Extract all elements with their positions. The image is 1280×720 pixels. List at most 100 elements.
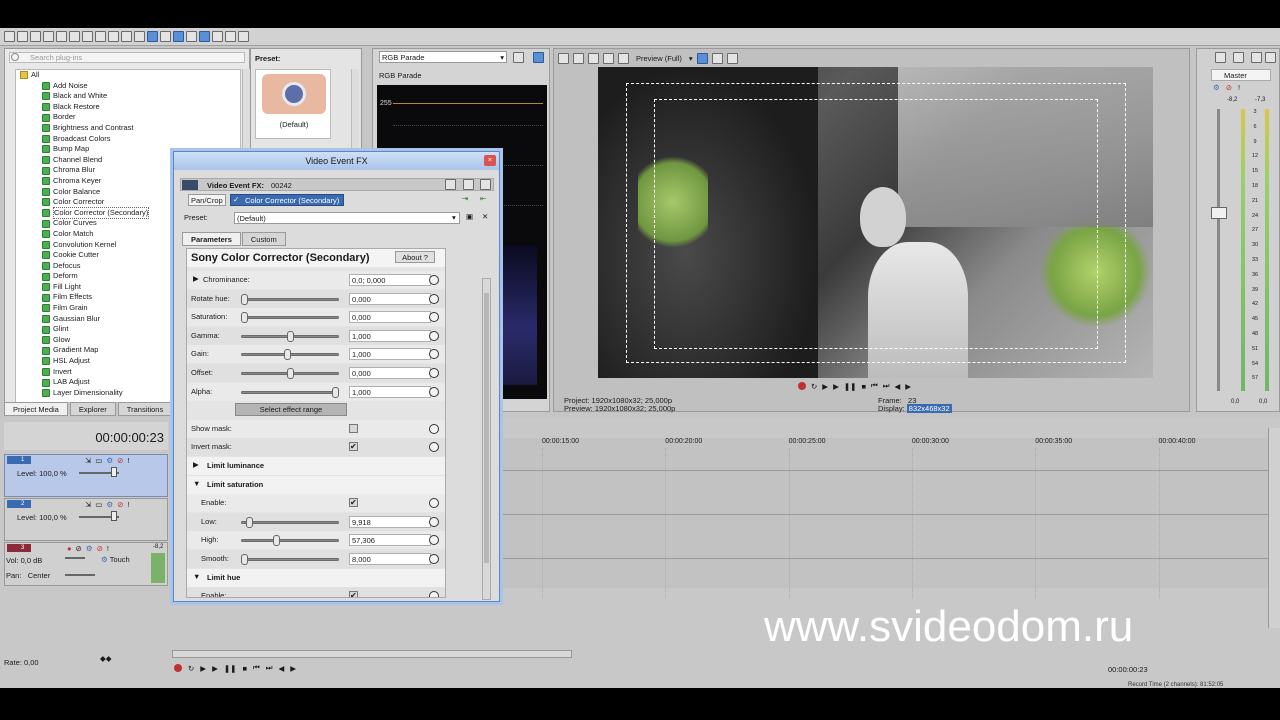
low-slider-thumb[interactable] bbox=[245, 516, 253, 528]
auto-crossfade-icon[interactable] bbox=[186, 31, 197, 42]
gamma-slider[interactable] bbox=[241, 330, 339, 342]
rotate-hue-slider-thumb[interactable] bbox=[241, 293, 248, 305]
quality-icon[interactable] bbox=[618, 52, 629, 64]
keyframe-animate-icon[interactable] bbox=[429, 535, 439, 546]
plugin-item[interactable]: Brightness and Contrast bbox=[16, 123, 240, 134]
dialog-titlebar[interactable]: Video Event FX × bbox=[174, 152, 499, 170]
chain-color-corrector-secondary[interactable]: Color Corrector (Secondary) bbox=[230, 194, 345, 206]
help-icon[interactable] bbox=[238, 31, 249, 42]
go-to-start-icon[interactable]: ⏮ bbox=[253, 663, 260, 673]
mute-icon[interactable]: ⊘ bbox=[117, 456, 123, 465]
tab-transitions[interactable]: Transitions bbox=[117, 402, 173, 416]
next-frame-icon[interactable]: ▶ bbox=[290, 664, 296, 673]
tab-explorer[interactable]: Explorer bbox=[69, 402, 116, 416]
master-mute-button-icon[interactable]: ⊘ bbox=[1226, 83, 1232, 92]
select-effect-range-button[interactable]: Select effect range bbox=[235, 403, 347, 417]
track-motion-icon[interactable]: ▭ bbox=[95, 500, 102, 509]
play-from-start-icon[interactable]: ▶ bbox=[200, 664, 206, 673]
hue-enable-checkbox[interactable]: ✔ bbox=[349, 591, 358, 597]
solo-icon[interactable]: ! bbox=[107, 544, 109, 553]
undo-icon[interactable] bbox=[121, 31, 132, 42]
plugin-item[interactable]: Border bbox=[16, 112, 240, 123]
scope-settings-icon[interactable] bbox=[513, 52, 524, 63]
collapse-icon[interactable]: ▼ bbox=[193, 479, 200, 488]
redo-icon[interactable] bbox=[134, 31, 145, 42]
master-solo-button-icon[interactable]: ! bbox=[1238, 83, 1240, 92]
tab-custom[interactable]: Custom bbox=[241, 232, 286, 246]
offset-slider-thumb[interactable] bbox=[286, 368, 294, 379]
preset-select[interactable]: (Default) bbox=[234, 212, 460, 224]
plugin-item[interactable]: Black and White bbox=[16, 91, 240, 102]
automation-mode[interactable]: Touch bbox=[110, 555, 130, 564]
keyframe-animate-icon[interactable] bbox=[429, 516, 439, 527]
stop-icon[interactable]: ■ bbox=[242, 664, 247, 673]
delete-preset-icon[interactable]: ✕ bbox=[482, 212, 488, 221]
keyframe-animate-icon[interactable] bbox=[429, 423, 439, 434]
expand-track-icon[interactable]: ⇲ bbox=[85, 456, 91, 465]
gain-slider[interactable] bbox=[241, 349, 339, 361]
tab-project-media[interactable]: Project Media bbox=[4, 402, 68, 416]
save-preset-icon[interactable]: ▣ bbox=[466, 212, 473, 221]
mute-icon[interactable]: ⊘ bbox=[97, 544, 103, 553]
rotate-hue-value[interactable]: 0,000 bbox=[349, 292, 431, 305]
new-icon[interactable] bbox=[4, 31, 15, 42]
plugin-chain-icon[interactable] bbox=[480, 179, 491, 190]
next-frame-icon[interactable]: ▶ bbox=[905, 382, 911, 391]
save-icon[interactable] bbox=[30, 31, 41, 42]
plugin-item[interactable]: Add Noise bbox=[16, 81, 240, 92]
go-to-end-icon[interactable]: ⏭ bbox=[266, 663, 273, 673]
ignore-grouping-icon[interactable] bbox=[225, 31, 236, 42]
master-properties-icon[interactable] bbox=[1215, 52, 1226, 63]
gamma-slider-thumb[interactable] bbox=[286, 330, 294, 342]
save-snapshot-icon[interactable] bbox=[726, 52, 738, 64]
overlays-icon[interactable] bbox=[696, 52, 708, 64]
scope-type-select[interactable]: RGB Parade ▾ bbox=[379, 51, 507, 63]
project-properties-icon[interactable] bbox=[558, 52, 569, 64]
preview-quality-select[interactable]: Preview (Full) bbox=[633, 54, 685, 63]
rotate-hue-slider[interactable] bbox=[241, 293, 339, 305]
invert-mask-checkbox[interactable]: ✔ bbox=[349, 442, 358, 452]
search-input[interactable]: Search plug-ins bbox=[9, 52, 245, 63]
open-icon[interactable] bbox=[17, 31, 28, 42]
track-fx-icon[interactable]: ⚙ bbox=[106, 500, 113, 509]
ripple-icon[interactable] bbox=[199, 31, 210, 42]
high-value[interactable]: 57,306 bbox=[349, 534, 431, 547]
gain-slider-thumb[interactable] bbox=[283, 349, 291, 361]
copy-icon[interactable] bbox=[95, 31, 106, 42]
previous-frame-icon[interactable]: ◀ bbox=[278, 664, 284, 673]
audio-track-3-header[interactable]: 3 ● ⊘ ⚙ ⊘! -8,2 Vol: 0,0 dB ⚙ Touch Pan: Ce… bbox=[4, 542, 168, 586]
keyframe-animate-icon[interactable] bbox=[429, 312, 439, 323]
envelope-tool-icon[interactable] bbox=[160, 31, 171, 42]
loop-icon[interactable]: ↻ bbox=[188, 664, 194, 673]
keyframe-animate-icon[interactable] bbox=[429, 498, 439, 509]
play-from-start-icon[interactable]: ▶ bbox=[822, 382, 828, 391]
timeline-vertical-scrollbar[interactable] bbox=[1268, 428, 1280, 628]
scope-update-icon[interactable] bbox=[533, 52, 544, 63]
smooth-value[interactable]: 8,000 bbox=[349, 553, 431, 565]
keyframe-animate-icon[interactable] bbox=[429, 368, 439, 378]
track-motion-icon[interactable]: ▭ bbox=[95, 456, 102, 465]
close-icon[interactable]: × bbox=[484, 155, 496, 166]
stop-icon[interactable]: ■ bbox=[861, 382, 866, 391]
pause-icon[interactable]: ❚❚ bbox=[844, 382, 857, 391]
play-icon[interactable]: ▶ bbox=[212, 664, 218, 673]
track-fx-icon[interactable]: ⚙ bbox=[106, 456, 113, 465]
remove-fx-icon[interactable]: ⇤ bbox=[480, 194, 486, 203]
chain-order-icon[interactable] bbox=[463, 179, 474, 190]
offset-value[interactable]: 0,000 bbox=[349, 367, 431, 379]
saturation-value[interactable]: 0,000 bbox=[349, 311, 431, 324]
cut-icon[interactable] bbox=[82, 31, 93, 42]
go-to-end-icon[interactable]: ⏭ bbox=[883, 381, 890, 391]
master-mute-icon[interactable] bbox=[1251, 52, 1262, 63]
keyframe-animate-icon[interactable] bbox=[429, 442, 439, 453]
loop-icon[interactable]: ↻ bbox=[811, 382, 817, 391]
external-monitor-icon[interactable] bbox=[573, 52, 584, 64]
pause-icon[interactable]: ❚❚ bbox=[224, 664, 237, 673]
track-2-level-thumb[interactable] bbox=[111, 511, 117, 521]
paste-icon[interactable] bbox=[108, 31, 119, 42]
chrominance-value[interactable]: 0,0; 0,000 bbox=[349, 274, 431, 286]
invert-phase-icon[interactable]: ⊘ bbox=[76, 544, 82, 553]
video-track-2-header[interactable]: 2 ⇲ ▭ ⚙ ⊘! Level: 100,0 % bbox=[4, 498, 168, 541]
render-icon[interactable] bbox=[43, 31, 54, 42]
timeline-horizontal-scrollbar[interactable] bbox=[172, 650, 572, 658]
